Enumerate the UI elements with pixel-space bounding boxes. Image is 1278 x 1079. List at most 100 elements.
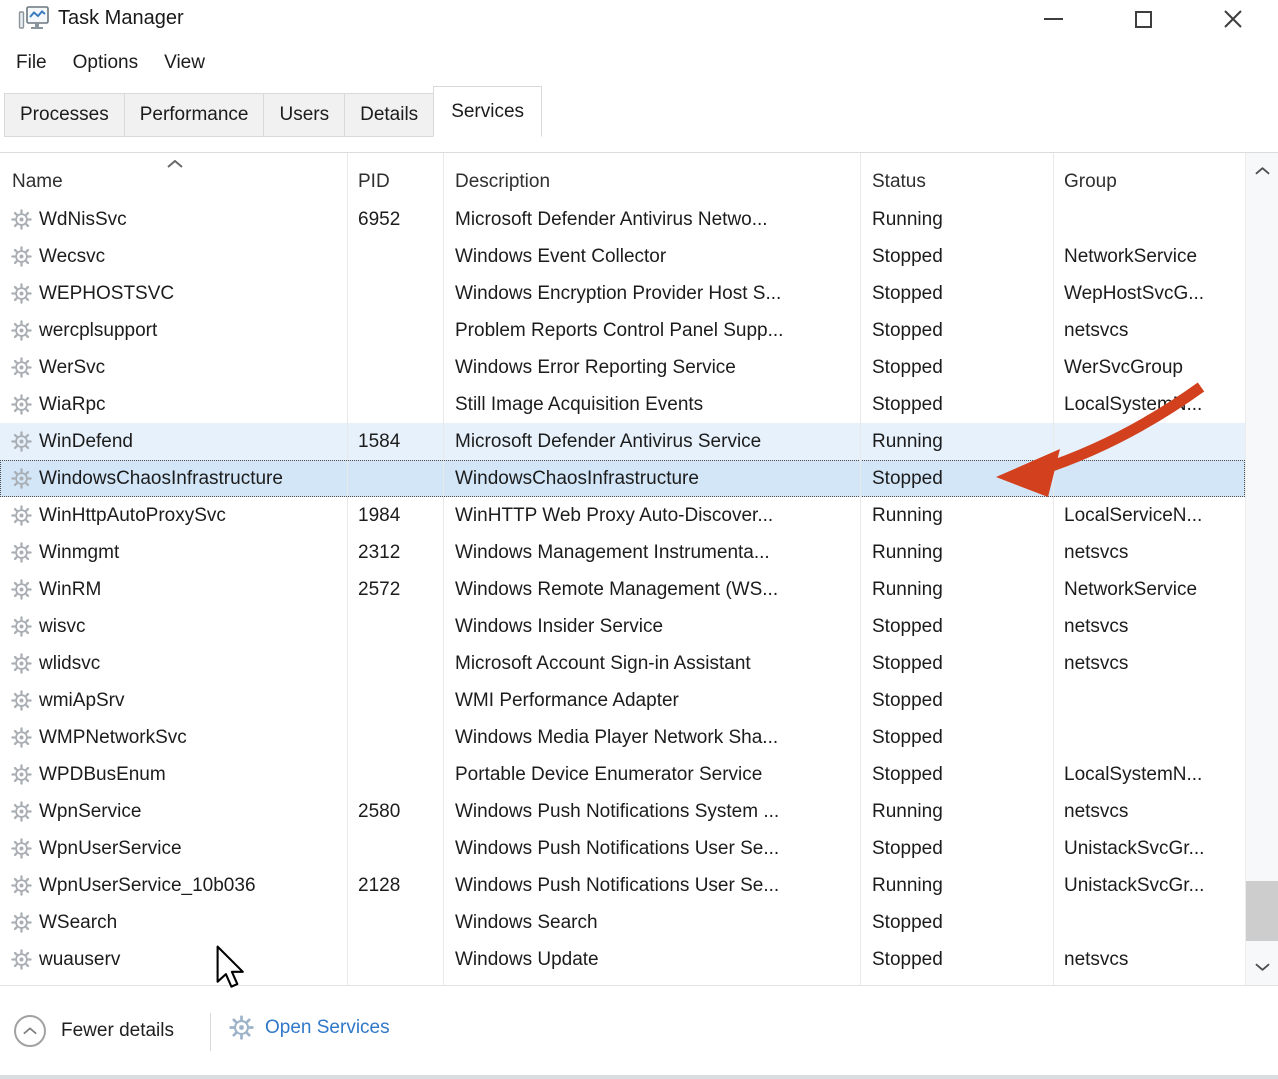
- service-description: Problem Reports Control Panel Supp...: [443, 312, 860, 349]
- service-status: Stopped: [860, 756, 1053, 793]
- service-description: Windows Media Player Network Sha...: [443, 719, 860, 756]
- service-name-cell: WpnUserService: [0, 830, 347, 867]
- service-status: Running: [860, 534, 1053, 571]
- tab-users[interactable]: Users: [263, 93, 345, 137]
- service-description: Windows Error Reporting Service: [443, 349, 860, 386]
- service-description: Windows Push Notifications User Se...: [443, 830, 860, 867]
- service-row[interactable]: WpnUserService_10b036 2128 Windows Push …: [0, 867, 1245, 904]
- column-header-pid[interactable]: PID: [347, 153, 443, 201]
- service-row[interactable]: WindowsChaosInfrastructure WindowsChaosI…: [0, 460, 1245, 497]
- service-status: Stopped: [860, 682, 1053, 719]
- service-name: WinHttpAutoProxySvc: [39, 505, 226, 527]
- service-row[interactable]: wisvc Windows Insider Service Stopped ne…: [0, 608, 1245, 645]
- service-row[interactable]: wlidsvc Microsoft Account Sign-in Assist…: [0, 645, 1245, 682]
- service-group: netsvcs: [1053, 645, 1245, 682]
- service-group: [1053, 682, 1245, 719]
- service-group: netsvcs: [1053, 312, 1245, 349]
- service-name: wisvc: [39, 616, 85, 638]
- column-header-status[interactable]: Status: [860, 153, 1053, 201]
- menu-item-file[interactable]: File: [3, 41, 60, 85]
- service-name: WEPHOSTSVC: [39, 283, 174, 305]
- service-name: WPDBusEnum: [39, 764, 166, 786]
- service-gear-icon: [11, 394, 32, 415]
- footer-bar: Fewer details Open Services: [0, 985, 1278, 1075]
- scroll-up-button[interactable]: [1246, 155, 1278, 187]
- minimize-button[interactable]: [1008, 0, 1098, 38]
- service-name: WinDefend: [39, 431, 133, 453]
- service-description: Microsoft Defender Antivirus Netwo...: [443, 201, 860, 238]
- service-gear-icon: [11, 209, 32, 230]
- scroll-down-button[interactable]: [1246, 951, 1278, 983]
- close-button[interactable]: [1188, 0, 1278, 38]
- service-name-cell: wlidsvc: [0, 645, 347, 682]
- maximize-button[interactable]: [1098, 0, 1188, 38]
- service-name: WerSvc: [39, 357, 105, 379]
- service-row[interactable]: WMPNetworkSvc Windows Media Player Netwo…: [0, 719, 1245, 756]
- fewer-details-label: Fewer details: [61, 1020, 174, 1042]
- tab-services[interactable]: Services: [433, 86, 542, 137]
- service-row[interactable]: WiaRpc Still Image Acquisition Events St…: [0, 386, 1245, 423]
- service-row[interactable]: wercplsupport Problem Reports Control Pa…: [0, 312, 1245, 349]
- fewer-details-button[interactable]: Fewer details: [14, 1015, 174, 1047]
- service-group: NetworkService: [1053, 571, 1245, 608]
- service-name-cell: wuauserv: [0, 941, 347, 978]
- service-row[interactable]: WpnService 2580 Windows Push Notificatio…: [0, 793, 1245, 830]
- service-status: Stopped: [860, 460, 1053, 497]
- menu-item-options[interactable]: Options: [60, 41, 151, 85]
- minimize-icon: [1044, 18, 1063, 20]
- service-row[interactable]: WEPHOSTSVC Windows Encryption Provider H…: [0, 275, 1245, 312]
- service-row[interactable]: wuauserv Windows Update Stopped netsvcs: [0, 941, 1245, 978]
- service-status: Running: [860, 497, 1053, 534]
- service-pid: [347, 460, 443, 497]
- menu-item-view[interactable]: View: [151, 41, 218, 85]
- service-pid: [347, 645, 443, 682]
- service-row[interactable]: Wecsvc Windows Event Collector Stopped N…: [0, 238, 1245, 275]
- service-row[interactable]: WPDBusEnum Portable Device Enumerator Se…: [0, 756, 1245, 793]
- service-gear-icon: [11, 542, 32, 563]
- service-row[interactable]: Winmgmt 2312 Windows Management Instrume…: [0, 534, 1245, 571]
- service-name-cell: WPDBusEnum: [0, 756, 347, 793]
- service-name: WdNisSvc: [39, 209, 127, 231]
- service-name-cell: WpnService: [0, 793, 347, 830]
- service-row[interactable]: WdNisSvc 6952 Microsoft Defender Antivir…: [0, 201, 1245, 238]
- service-row[interactable]: WinRM 2572 Windows Remote Management (WS…: [0, 571, 1245, 608]
- service-group: LocalSystemN...: [1053, 386, 1245, 423]
- task-manager-app-icon: [18, 4, 50, 36]
- service-group: UnistackSvcGr...: [1053, 867, 1245, 904]
- service-name: wmiApSrv: [39, 690, 125, 712]
- task-manager-window: Task Manager File Options View Processes…: [0, 0, 1278, 1079]
- tab-processes[interactable]: Processes: [4, 93, 125, 137]
- vertical-scrollbar[interactable]: [1245, 153, 1278, 985]
- service-gear-icon: [11, 838, 32, 859]
- column-header-description[interactable]: Description: [443, 153, 860, 201]
- service-name: wercplsupport: [39, 320, 157, 342]
- service-row[interactable]: WpnUserService Windows Push Notification…: [0, 830, 1245, 867]
- sort-ascending-icon: [167, 155, 183, 173]
- service-row[interactable]: WinDefend 1584 Microsoft Defender Antivi…: [0, 423, 1245, 460]
- service-pid: [347, 830, 443, 867]
- service-name-cell: WdNisSvc: [0, 201, 347, 238]
- service-row[interactable]: WSearch Windows Search Stopped: [0, 904, 1245, 941]
- service-pid: 1584: [347, 423, 443, 460]
- service-description: Still Image Acquisition Events: [443, 386, 860, 423]
- service-name-cell: Winmgmt: [0, 534, 347, 571]
- open-services-link[interactable]: Open Services: [229, 1015, 390, 1040]
- service-rows: WdNisSvc 6952 Microsoft Defender Antivir…: [0, 201, 1245, 978]
- service-row[interactable]: WerSvc Windows Error Reporting Service S…: [0, 349, 1245, 386]
- service-pid: [347, 682, 443, 719]
- service-name-cell: WMPNetworkSvc: [0, 719, 347, 756]
- tab-bar: Processes Performance Users Details Serv…: [0, 86, 1278, 137]
- service-gear-icon: [11, 764, 32, 785]
- tab-details[interactable]: Details: [344, 93, 434, 137]
- tab-performance[interactable]: Performance: [124, 93, 265, 137]
- service-row[interactable]: WinHttpAutoProxySvc 1984 WinHTTP Web Pro…: [0, 497, 1245, 534]
- column-header-group[interactable]: Group: [1053, 153, 1245, 201]
- service-gear-icon: [11, 357, 32, 378]
- service-pid: 2128: [347, 867, 443, 904]
- service-gear-icon: [11, 949, 32, 970]
- service-description: Windows Push Notifications System ...: [443, 793, 860, 830]
- service-status: Stopped: [860, 830, 1053, 867]
- service-gear-icon: [11, 801, 32, 822]
- scrollbar-thumb[interactable]: [1246, 881, 1278, 941]
- service-row[interactable]: wmiApSrv WMI Performance Adapter Stopped: [0, 682, 1245, 719]
